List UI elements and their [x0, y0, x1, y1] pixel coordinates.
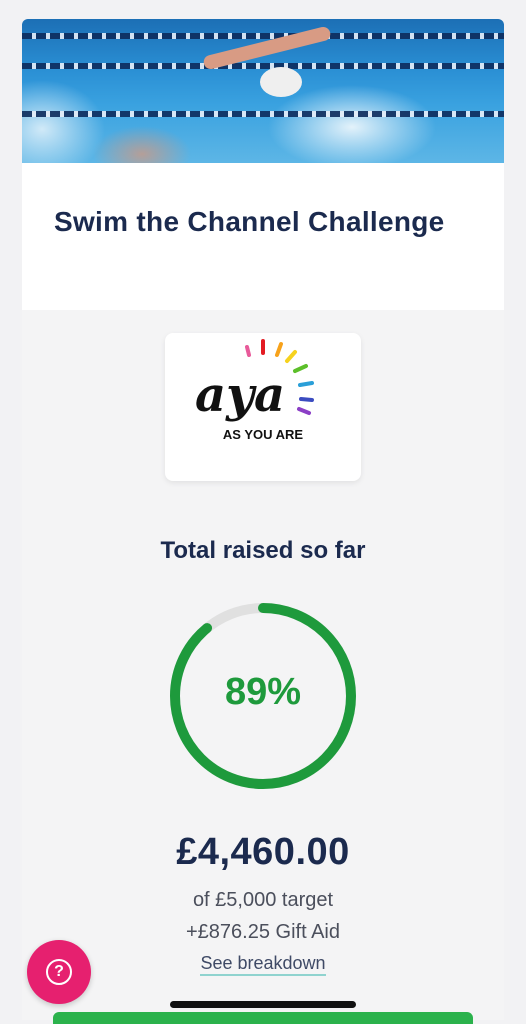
amount-raised: £4,460.00 — [176, 831, 350, 873]
logo-wordmark: aya — [195, 367, 285, 423]
campaign-title: Swim the Channel Challenge — [54, 206, 445, 237]
lane-rope — [22, 33, 504, 39]
total-raised-heading: Total raised so far — [160, 537, 366, 564]
donate-button-edge[interactable] — [53, 1012, 473, 1024]
home-indicator — [170, 1001, 356, 1008]
fundraising-card: Swim the Channel Challenge aya AS YOU AR… — [22, 19, 504, 1020]
target-text: of £5,000 target — [192, 889, 334, 911]
gift-aid-text: +£876.25 Gift Aid — [185, 921, 340, 943]
swimmer-cap — [260, 67, 302, 97]
aya-logo-icon: aya AS YOU ARE — [195, 339, 314, 442]
logo-tagline: AS YOU ARE — [223, 427, 304, 442]
see-breakdown-label[interactable]: See breakdown — [200, 953, 326, 976]
see-breakdown-link[interactable]: See breakdown — [22, 953, 504, 976]
lane-rope — [22, 63, 504, 69]
charity-logo: aya AS YOU ARE — [165, 333, 361, 481]
progress-percent: 89% — [224, 671, 302, 713]
hero-image — [22, 19, 504, 163]
question-icon: ? — [46, 959, 72, 985]
help-button[interactable]: ? — [27, 940, 91, 1004]
lane-rope — [22, 111, 504, 117]
